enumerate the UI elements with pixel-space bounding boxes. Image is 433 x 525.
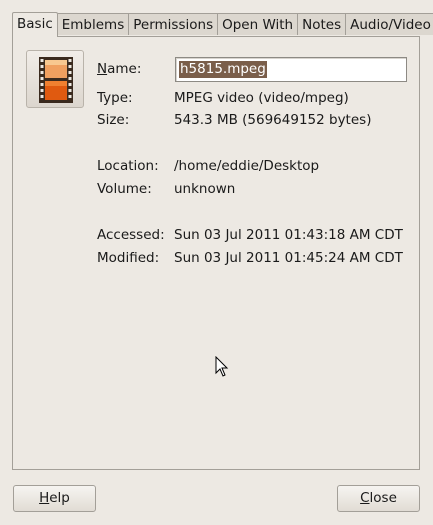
name-label-accel: N bbox=[97, 61, 108, 77]
name-field[interactable]: h5815.mpeg bbox=[175, 57, 407, 82]
tab-bar: Basic Emblems Permissions Open With Note… bbox=[12, 12, 433, 37]
size-value: 543.3 MB (569649152 bytes) bbox=[174, 112, 372, 128]
location-label: Location: bbox=[97, 158, 159, 174]
volume-label: Volume: bbox=[97, 181, 152, 197]
type-label: Type: bbox=[97, 90, 133, 106]
close-button-rest: lose bbox=[369, 490, 397, 506]
help-button[interactable]: Help bbox=[13, 485, 96, 512]
tab-audio-video[interactable]: Audio/Video bbox=[346, 13, 433, 35]
type-value: MPEG video (video/mpeg) bbox=[174, 90, 349, 106]
location-value: /home/eddie/Desktop bbox=[174, 158, 320, 174]
accessed-value: Sun 03 Jul 2011 01:43:18 AM CDT bbox=[174, 227, 403, 243]
modified-value: Sun 03 Jul 2011 01:45:24 AM CDT bbox=[174, 250, 403, 266]
mouse-pointer-icon bbox=[215, 355, 229, 382]
volume-value: unknown bbox=[174, 181, 236, 197]
tab-open-with[interactable]: Open With bbox=[218, 13, 299, 35]
name-label-rest: ame: bbox=[107, 61, 142, 77]
tab-basic[interactable]: Basic bbox=[12, 12, 58, 37]
close-button[interactable]: Close bbox=[337, 485, 420, 512]
accessed-label: Accessed: bbox=[97, 227, 165, 243]
tab-emblems[interactable]: Emblems bbox=[57, 13, 130, 35]
modified-label: Modified: bbox=[97, 250, 160, 266]
tab-notes[interactable]: Notes bbox=[298, 13, 347, 35]
close-button-accel: C bbox=[360, 490, 370, 506]
tab-permissions[interactable]: Permissions bbox=[129, 13, 219, 35]
help-button-rest: elp bbox=[49, 490, 70, 506]
name-field-value[interactable]: h5815.mpeg bbox=[179, 61, 267, 78]
help-button-accel: H bbox=[39, 490, 50, 506]
video-file-icon[interactable] bbox=[26, 50, 84, 108]
name-label: Name: bbox=[97, 61, 141, 77]
size-label: Size: bbox=[97, 112, 130, 128]
